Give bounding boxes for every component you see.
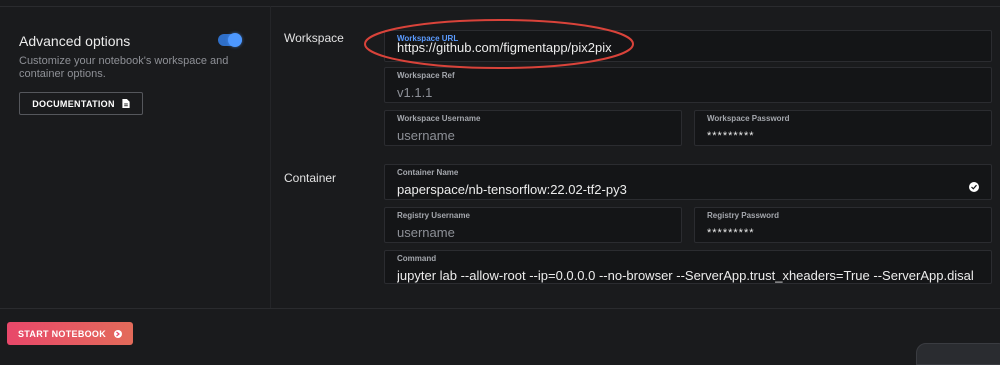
workspace-section-label: Workspace: [284, 31, 344, 45]
column-divider: [270, 6, 271, 308]
container-name-label: Container Name: [397, 168, 459, 177]
start-notebook-label: START NOTEBOOK: [17, 328, 107, 339]
container-section-label: Container: [284, 171, 337, 185]
document-icon: [122, 99, 130, 108]
command-label: Command: [397, 254, 437, 263]
workspace-username-input[interactable]: username: [397, 128, 455, 143]
registry-username-input[interactable]: username: [397, 225, 455, 240]
workspace-ref-field[interactable]: Workspace Ref v1.1.1: [384, 67, 992, 103]
registry-username-field[interactable]: Registry Username username: [384, 207, 682, 243]
registry-username-label: Registry Username: [397, 211, 470, 220]
advanced-options-toggle[interactable]: [218, 33, 242, 47]
help-widget[interactable]: [916, 343, 1000, 365]
highlight-ellipse: [364, 19, 634, 69]
start-notebook-button[interactable]: START NOTEBOOK: [7, 322, 133, 345]
advanced-options-title: Advanced options: [19, 33, 131, 49]
footer-divider: [0, 308, 1000, 309]
container-name-value[interactable]: paperspace/nb-tensorflow:22.02-tf2-py3: [397, 182, 627, 197]
workspace-ref-value[interactable]: v1.1.1: [397, 85, 432, 100]
top-divider: [0, 6, 1000, 7]
command-value[interactable]: jupyter lab --allow-root --ip=0.0.0.0 --…: [397, 268, 987, 283]
container-name-field[interactable]: Container Name paperspace/nb-tensorflow:…: [384, 164, 992, 200]
documentation-label: DOCUMENTATION: [32, 98, 115, 109]
registry-password-label: Registry Password: [707, 211, 780, 220]
registry-password-field[interactable]: Registry Password *********: [694, 207, 992, 243]
workspace-username-field[interactable]: Workspace Username username: [384, 110, 682, 146]
workspace-ref-label: Workspace Ref: [397, 71, 455, 80]
toggle-knob: [228, 33, 242, 47]
registry-password-input[interactable]: *********: [707, 227, 755, 239]
command-field[interactable]: Command jupyter lab --allow-root --ip=0.…: [384, 250, 992, 284]
check-circle-icon: [969, 182, 979, 192]
documentation-button[interactable]: DOCUMENTATION: [19, 92, 143, 115]
arrow-right-circle-icon: [114, 329, 123, 338]
workspace-password-input[interactable]: *********: [707, 130, 755, 142]
workspace-password-field[interactable]: Workspace Password *********: [694, 110, 992, 146]
workspace-username-label: Workspace Username: [397, 114, 481, 123]
advanced-options-description: Customize your notebook's workspace and …: [19, 55, 229, 80]
workspace-password-label: Workspace Password: [707, 114, 790, 123]
